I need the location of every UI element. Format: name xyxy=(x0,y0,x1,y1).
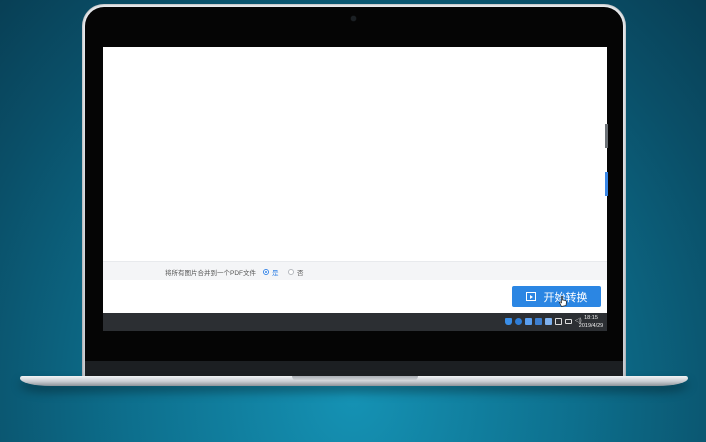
play-icon xyxy=(525,292,536,301)
clock-time: 18:15 xyxy=(584,315,598,321)
file-list-area[interactable] xyxy=(103,47,607,261)
side-panel-tab[interactable] xyxy=(605,124,608,148)
network-monitor-icon[interactable] xyxy=(565,319,572,324)
laptop-notch xyxy=(292,376,418,381)
taskbar-clock[interactable]: 18:15 2019/4/29 xyxy=(576,314,606,330)
cloud-icon[interactable] xyxy=(535,318,542,325)
app-tray-icon[interactable] xyxy=(545,318,552,325)
webcam-icon xyxy=(351,16,356,21)
chat-icon[interactable] xyxy=(525,318,532,325)
radio-checked-icon xyxy=(263,269,269,275)
merge-no-label: 否 xyxy=(297,270,304,277)
start-conversion-button[interactable]: 开始转换 xyxy=(512,286,601,307)
merge-option-bar: 将所有图片合并到一个PDF文件 是 否 xyxy=(103,261,607,281)
action-bar: 开始转换 xyxy=(103,280,607,313)
windows-taskbar: ◁) 18:15 2019/4/29 xyxy=(103,313,607,331)
clock-date: 2019/4/29 xyxy=(578,323,604,329)
system-tray: ◁) xyxy=(505,318,582,325)
side-panel-tab-active[interactable] xyxy=(605,172,608,196)
radio-unchecked-icon xyxy=(288,269,294,275)
notification-flag-icon[interactable] xyxy=(555,318,562,325)
merge-yes-label: 是 xyxy=(272,270,279,277)
hand-pointer-icon xyxy=(559,296,567,307)
merge-yes-radio[interactable]: 是 xyxy=(263,267,279,277)
app-window: 将所有图片合并到一个PDF文件 是 否 开始转换 ◁) 18:15 2019/4… xyxy=(103,47,607,331)
merge-no-radio[interactable]: 否 xyxy=(288,267,304,277)
browser-icon[interactable] xyxy=(515,318,522,325)
merge-option-label: 将所有图片合并到一个PDF文件 xyxy=(165,270,256,277)
security-shield-icon[interactable] xyxy=(505,318,512,325)
